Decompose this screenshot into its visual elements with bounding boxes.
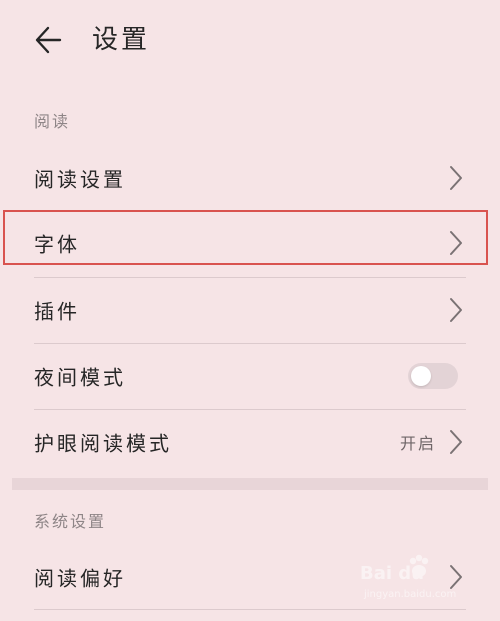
eye-care-status: 开启 (399, 434, 436, 453)
row-label: 字体 (34, 232, 80, 257)
watermark-sub: jingyan.baidu.com (364, 589, 457, 600)
row-font[interactable]: 字体 (0, 211, 500, 275)
toggle-knob (411, 366, 431, 386)
arrow-left-icon (35, 26, 62, 54)
section-label-reading: 阅读 (34, 112, 71, 131)
row-label: 护眼阅读模式 (34, 431, 172, 456)
watermark-brand: Bai du (360, 563, 425, 584)
row-reading-settings[interactable]: 阅读设置 (0, 146, 500, 210)
section-label-system: 系统设置 (34, 512, 107, 531)
settings-screen: 设置 阅读 阅读设置 字体 插件 夜间模式 护眼阅读模式 开启 系统设置 阅读偏… (0, 0, 500, 621)
section-separator (12, 478, 488, 490)
chevron-right-icon (448, 428, 464, 456)
row-night-mode: 夜间模式 (0, 344, 500, 408)
row-label: 插件 (34, 299, 80, 324)
chevron-right-icon (448, 229, 464, 257)
page-title: 设置 (92, 25, 151, 55)
row-label: 夜间模式 (34, 365, 126, 390)
baidu-watermark: Bai du jingyan.baidu.com (360, 553, 480, 609)
divider (34, 609, 466, 610)
night-mode-toggle[interactable] (408, 363, 458, 389)
chevron-right-icon (448, 296, 464, 324)
chevron-right-icon (448, 164, 464, 192)
row-label: 阅读设置 (34, 167, 126, 192)
row-eye-care-mode[interactable]: 护眼阅读模式 开启 (0, 410, 500, 474)
header: 设置 (0, 0, 500, 82)
back-button[interactable] (28, 20, 72, 60)
row-label: 阅读偏好 (34, 566, 126, 591)
row-plugins[interactable]: 插件 (0, 278, 500, 342)
